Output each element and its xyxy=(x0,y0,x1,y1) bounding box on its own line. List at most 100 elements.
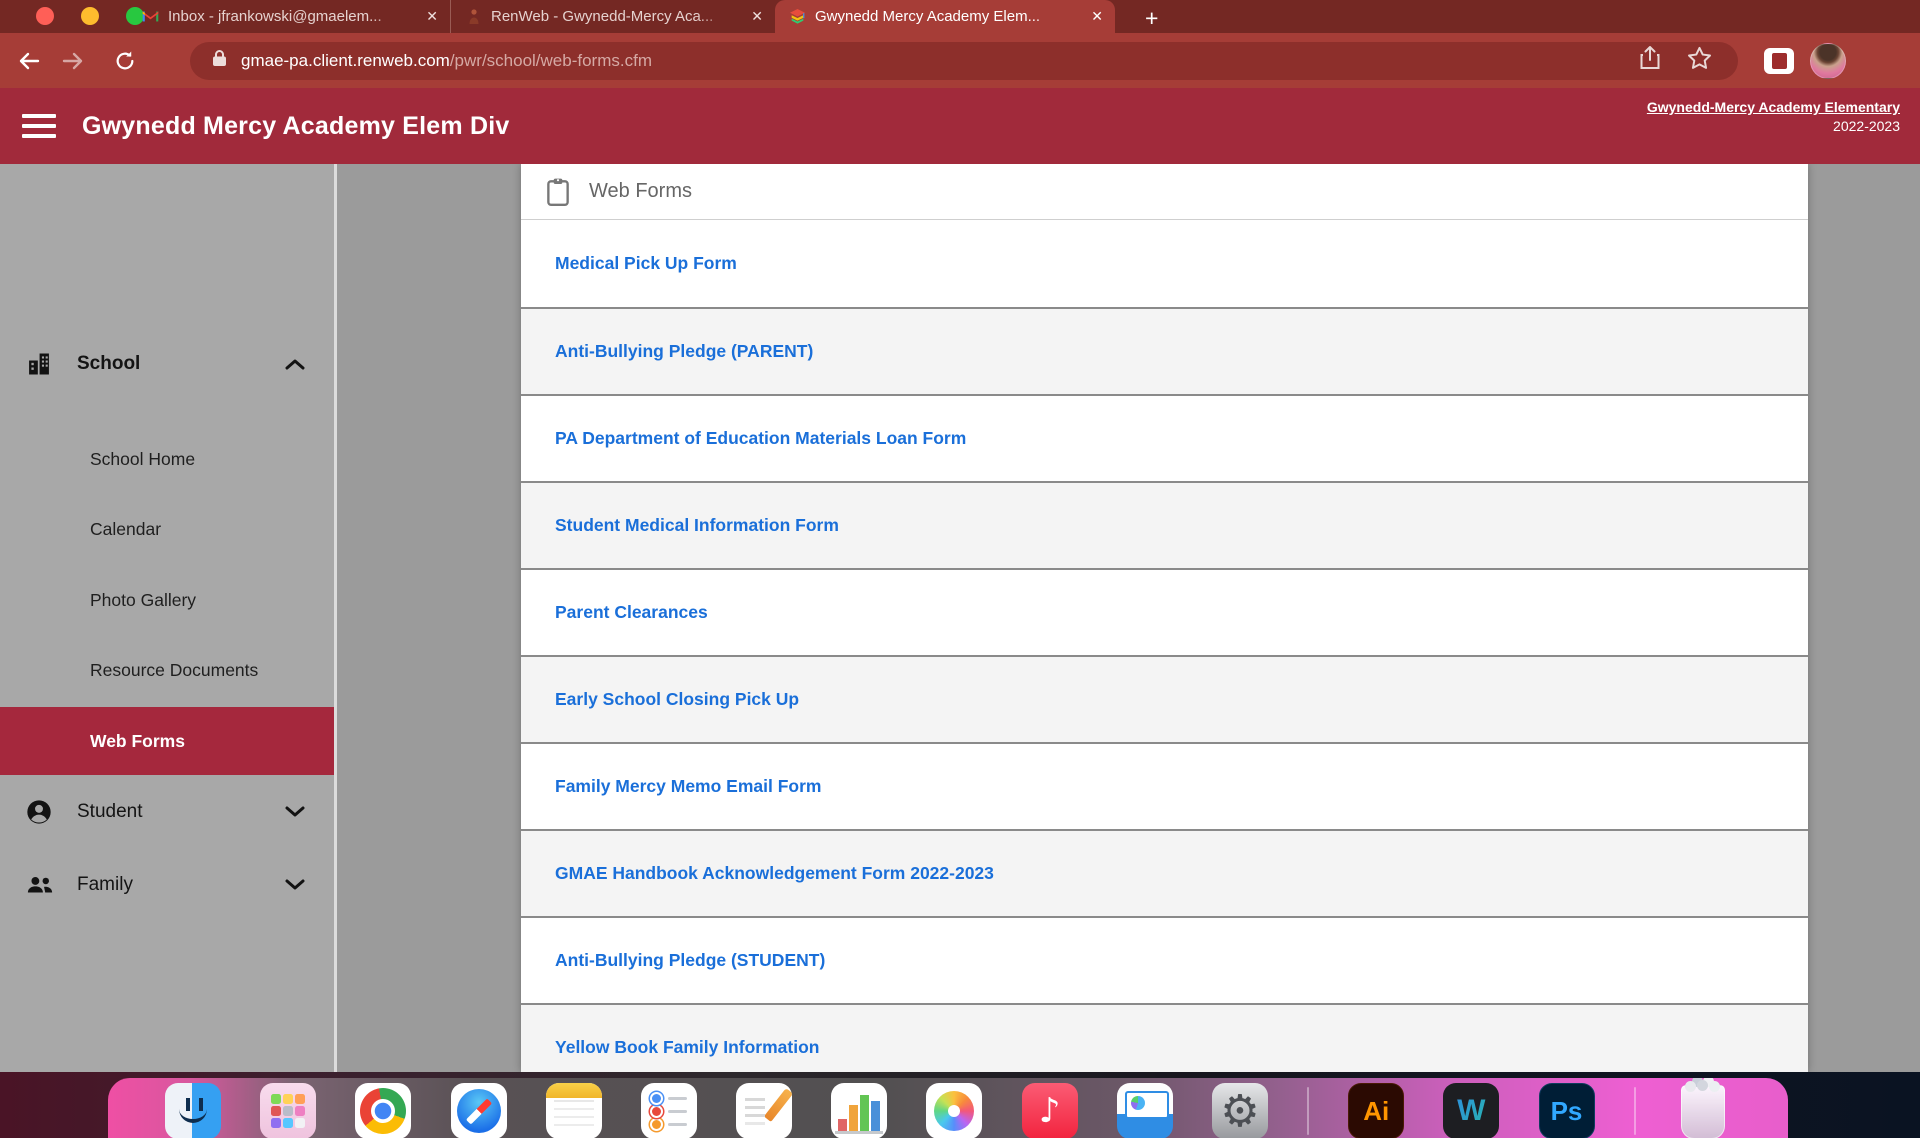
profile-avatar[interactable] xyxy=(1810,43,1846,79)
forward-button[interactable] xyxy=(58,51,88,71)
school-building-icon xyxy=(25,350,55,378)
sidebar-section-student[interactable]: Student xyxy=(0,788,334,836)
browser-toolbar: gmae-pa.client.renweb.com/pwr/school/web… xyxy=(0,33,1920,88)
tab-gwynedd-active[interactable]: Gwynedd Mercy Academy Elem... ✕ xyxy=(775,0,1115,33)
dock-illustrator-icon[interactable]: Ai xyxy=(1348,1083,1404,1138)
tab-title: Inbox - jfrankowski@gmaelem... xyxy=(168,8,415,25)
minimize-window-button[interactable] xyxy=(81,7,99,25)
tab-close-icon[interactable]: ✕ xyxy=(749,8,765,25)
list-item: Medical Pick Up Form xyxy=(521,220,1808,307)
url-host: gmae-pa.client.renweb.com xyxy=(241,51,450,70)
dock-finder-icon[interactable] xyxy=(165,1083,221,1138)
list-item: Yellow Book Family Information xyxy=(521,1003,1808,1072)
tab-renweb[interactable]: RenWeb - Gwynedd-Mercy Aca... ✕ xyxy=(450,0,775,33)
clipboard-icon xyxy=(545,177,571,207)
url-text: gmae-pa.client.renweb.com/pwr/school/web… xyxy=(241,51,1639,71)
list-item: Anti-Bullying Pledge (STUDENT) xyxy=(521,916,1808,1003)
dock-webex-icon[interactable]: W xyxy=(1443,1083,1499,1138)
sidebar-section-school[interactable]: School xyxy=(0,340,334,388)
dock-chrome-icon[interactable] xyxy=(355,1083,411,1138)
form-link-early-closing-pick-up[interactable]: Early School Closing Pick Up xyxy=(555,689,799,710)
form-link-student-medical-info[interactable]: Student Medical Information Form xyxy=(555,515,839,536)
dock-photoshop-icon[interactable]: Ps xyxy=(1539,1083,1595,1138)
form-link-anti-bullying-parent[interactable]: Anti-Bullying Pledge (PARENT) xyxy=(555,341,813,362)
side-panel-button[interactable] xyxy=(1764,48,1794,74)
chevron-down-icon[interactable] xyxy=(284,805,306,819)
tab-strip: Inbox - jfrankowski@gmaelem... ✕ RenWeb … xyxy=(0,0,1920,33)
school-cap-icon xyxy=(789,8,806,25)
sidebar-item-school-home[interactable]: School Home xyxy=(90,437,195,481)
list-item: PA Department of Education Materials Loa… xyxy=(521,394,1808,481)
new-tab-button[interactable]: + xyxy=(1137,7,1166,30)
illustrator-label: Ai xyxy=(1349,1084,1403,1138)
card-title: Web Forms xyxy=(589,180,692,203)
sidebar-nav: School School Home Calendar Photo Galler… xyxy=(0,164,337,1072)
dock-separator xyxy=(1634,1087,1636,1135)
photoshop-label: Ps xyxy=(1540,1084,1594,1138)
student-person-icon xyxy=(25,798,55,826)
dock-numbers-icon[interactable] xyxy=(831,1083,887,1138)
desktop: Inbox - jfrankowski@gmaelem... ✕ RenWeb … xyxy=(0,0,1920,1138)
hamburger-menu-icon[interactable] xyxy=(22,114,56,138)
card-header: Web Forms xyxy=(521,164,1808,220)
form-link-yellow-book[interactable]: Yellow Book Family Information xyxy=(555,1037,819,1058)
chevron-down-icon[interactable] xyxy=(284,878,306,892)
tab-gmail[interactable]: Inbox - jfrankowski@gmaelem... ✕ xyxy=(128,0,450,33)
side-panel-glyph xyxy=(1772,53,1787,69)
macos-dock: Ai W Ps xyxy=(108,1078,1788,1138)
sidebar-student-label: Student xyxy=(77,801,143,823)
sidebar-item-calendar[interactable]: Calendar xyxy=(90,507,161,551)
webex-label: W xyxy=(1443,1083,1499,1138)
dock-music-icon[interactable] xyxy=(1022,1083,1078,1138)
dock-photos-icon[interactable] xyxy=(926,1083,982,1138)
sidebar-active-label: Web Forms xyxy=(90,731,185,752)
bookmark-star-icon[interactable] xyxy=(1687,46,1712,75)
gmail-icon xyxy=(142,8,159,25)
dock-pages-icon[interactable] xyxy=(736,1083,792,1138)
sidebar-section-family[interactable]: Family xyxy=(0,861,334,909)
sidebar-family-label: Family xyxy=(77,874,133,896)
dock-reminders-icon[interactable] xyxy=(641,1083,697,1138)
list-item: Family Mercy Memo Email Form xyxy=(521,742,1808,829)
list-item: GMAE Handbook Acknowledgement Form 2022-… xyxy=(521,829,1808,916)
form-link-parent-clearances[interactable]: Parent Clearances xyxy=(555,602,708,623)
portal-title: Gwynedd Mercy Academy Elem Div xyxy=(82,112,509,141)
form-link-mercy-memo-email[interactable]: Family Mercy Memo Email Form xyxy=(555,776,821,797)
browser-window: Inbox - jfrankowski@gmaelem... ✕ RenWeb … xyxy=(0,0,1920,1072)
sidebar-item-resource-documents[interactable]: Resource Documents xyxy=(90,648,258,692)
lock-icon xyxy=(212,49,227,72)
school-name-link[interactable]: Gwynedd-Mercy Academy Elementary xyxy=(1647,98,1900,117)
list-item: Anti-Bullying Pledge (PARENT) xyxy=(521,307,1808,394)
family-people-icon xyxy=(25,871,55,899)
dock-notes-icon[interactable] xyxy=(546,1083,602,1138)
sidebar-item-photo-gallery[interactable]: Photo Gallery xyxy=(90,578,196,622)
web-forms-card: Web Forms Medical Pick Up Form Anti-Bull… xyxy=(521,164,1808,1072)
dock-safari-icon[interactable] xyxy=(451,1083,507,1138)
reload-button[interactable] xyxy=(110,50,140,72)
close-window-button[interactable] xyxy=(36,7,54,25)
form-link-pa-materials-loan[interactable]: PA Department of Education Materials Loa… xyxy=(555,428,966,449)
list-item: Student Medical Information Form xyxy=(521,481,1808,568)
tab-close-icon[interactable]: ✕ xyxy=(1089,8,1105,25)
form-link-handbook-acknowledgement[interactable]: GMAE Handbook Acknowledgement Form 2022-… xyxy=(555,863,994,884)
form-link-anti-bullying-student[interactable]: Anti-Bullying Pledge (STUDENT) xyxy=(555,950,825,971)
sidebar-school-label: School xyxy=(77,353,140,375)
school-year-block: Gwynedd-Mercy Academy Elementary 2022-20… xyxy=(1647,98,1900,136)
dock-launchpad-icon[interactable] xyxy=(260,1083,316,1138)
list-item: Parent Clearances xyxy=(521,568,1808,655)
back-button[interactable] xyxy=(14,51,44,71)
tab-title: Gwynedd Mercy Academy Elem... xyxy=(815,8,1080,25)
chevron-up-icon[interactable] xyxy=(284,357,306,371)
url-path: /pwr/school/web-forms.cfm xyxy=(450,51,652,70)
form-link-medical-pick-up[interactable]: Medical Pick Up Form xyxy=(555,253,737,274)
dock-trash-icon[interactable] xyxy=(1681,1085,1725,1138)
tab-title: RenWeb - Gwynedd-Mercy Aca... xyxy=(491,8,740,25)
portal-header: Gwynedd Mercy Academy Elem Div Gwynedd-M… xyxy=(0,88,1920,164)
dock-system-settings-icon[interactable] xyxy=(1212,1083,1268,1138)
address-bar[interactable]: gmae-pa.client.renweb.com/pwr/school/web… xyxy=(190,42,1738,80)
share-icon[interactable] xyxy=(1639,45,1661,76)
tab-close-icon[interactable]: ✕ xyxy=(424,8,440,25)
list-item: Early School Closing Pick Up xyxy=(521,655,1808,742)
sidebar-item-web-forms-active[interactable]: Web Forms xyxy=(0,707,334,775)
dock-keynote-icon[interactable] xyxy=(1117,1083,1173,1138)
